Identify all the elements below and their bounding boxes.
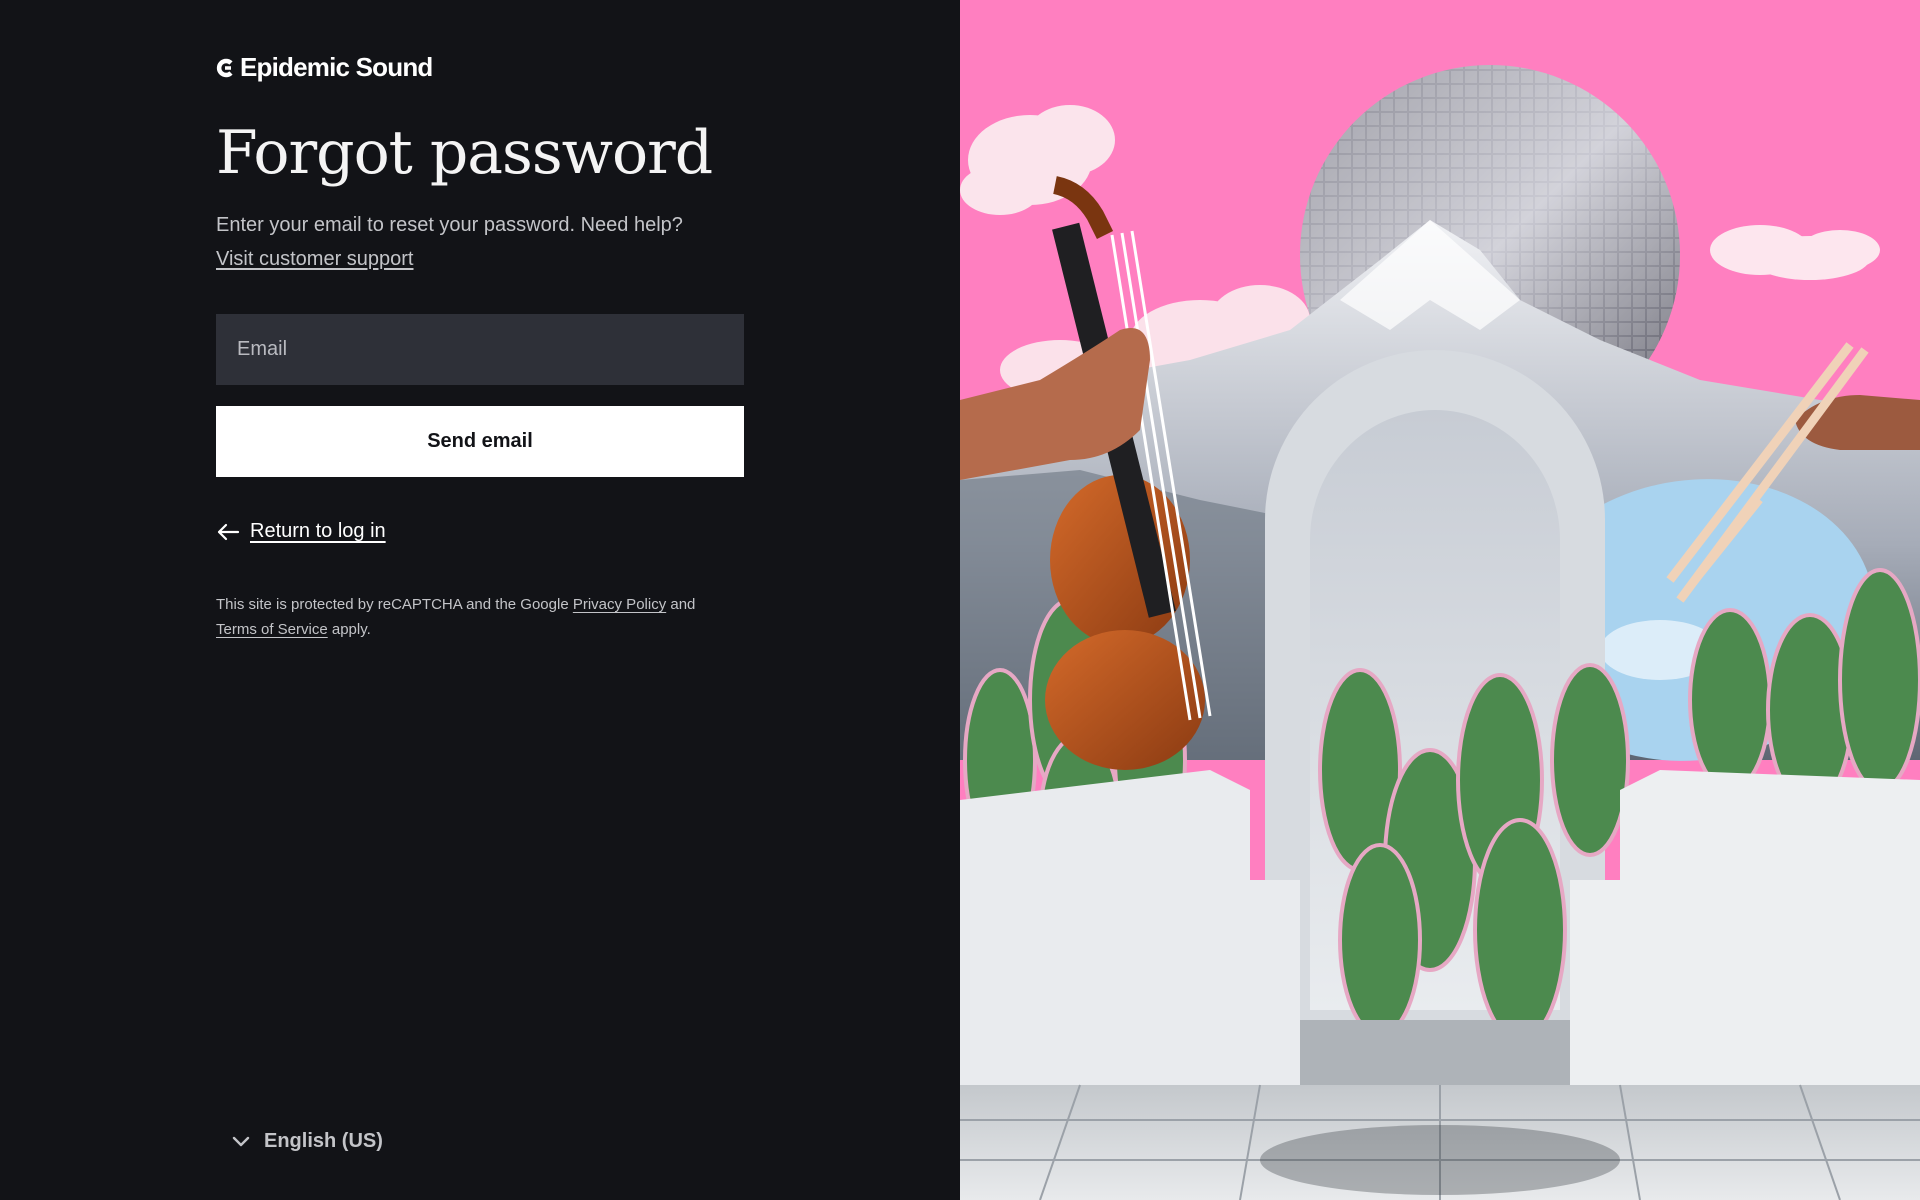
return-to-login-link[interactable]: Return to log in [216, 520, 386, 543]
subtitle-text: Enter your email to reset your password.… [216, 214, 683, 236]
terms-of-service-link[interactable]: Terms of Service [216, 621, 328, 638]
recaptcha-and: and [670, 596, 696, 613]
privacy-policy-link[interactable]: Privacy Policy [573, 596, 666, 613]
cloud-right [1710, 225, 1880, 280]
page-subtitle: Enter your email to reset your password.… [216, 208, 744, 276]
recaptcha-notice: This site is protected by reCAPTCHA and … [216, 592, 756, 642]
brand-name: Epidemic Sound [240, 52, 433, 82]
recaptcha-suffix: apply. [331, 621, 371, 638]
epidemic-sound-logo-icon [216, 58, 233, 77]
brand-logo[interactable]: Epidemic Sound [216, 52, 433, 83]
page-title: Forgot password [216, 118, 713, 188]
form-panel: Epidemic Sound Forgot password Enter you… [0, 0, 960, 1200]
forgot-password-page: Epidemic Sound Forgot password Enter you… [0, 0, 1920, 1200]
language-label: English (US) [264, 1130, 383, 1152]
email-field[interactable] [216, 314, 744, 385]
collage-illustration [960, 0, 1920, 1200]
return-to-login-label: Return to log in [250, 520, 386, 542]
arrow-left-icon [217, 523, 240, 540]
recaptcha-prefix: This site is protected by reCAPTCHA and … [216, 596, 569, 613]
language-selector[interactable]: English (US) [232, 1130, 383, 1153]
hero-artwork [960, 0, 1920, 1200]
send-email-button[interactable]: Send email [216, 406, 744, 477]
chevron-down-icon [232, 1136, 250, 1146]
customer-support-link[interactable]: Visit customer support [216, 248, 414, 270]
